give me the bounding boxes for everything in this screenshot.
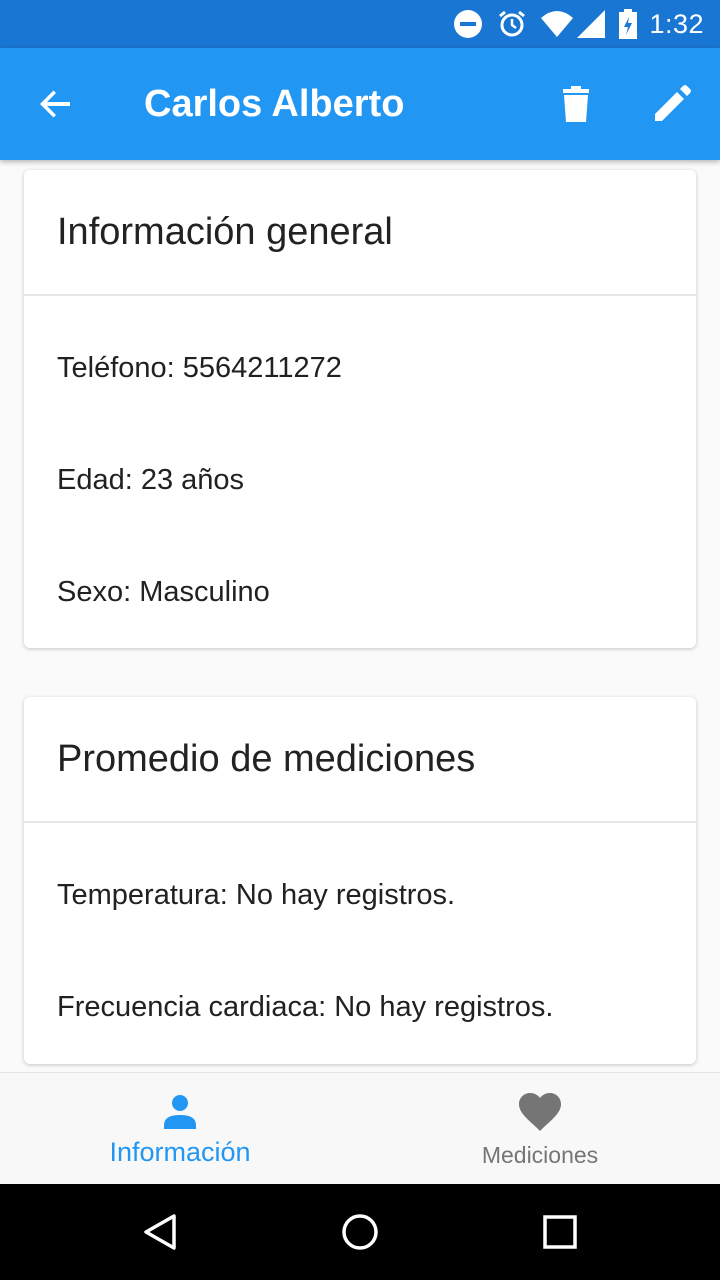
- recents-square-icon[interactable]: [536, 1208, 584, 1256]
- age-text: Edad: 23 años: [57, 464, 245, 496]
- signal-icon: [577, 10, 606, 38]
- nav-label-mediciones: Mediciones: [481, 1142, 599, 1168]
- sex-text: Sexo: Masculino: [57, 576, 270, 608]
- edit-icon[interactable]: [644, 76, 700, 132]
- status-bar: 1:32: [0, 0, 720, 48]
- wifi-icon: [541, 10, 574, 38]
- person-icon: [0, 1093, 360, 1133]
- app-bar: Carlos Alberto: [0, 48, 720, 160]
- general-info-card: Información general Teléfono: 5564211272…: [24, 170, 696, 648]
- temperature-text: Temperatura: No hay registros.: [57, 879, 456, 911]
- alarm-icon: [497, 9, 527, 39]
- content-area[interactable]: Información general Teléfono: 5564211272…: [0, 160, 720, 1072]
- heart-icon: [360, 1093, 720, 1133]
- battery-icon: [619, 9, 638, 39]
- page-title: Carlos Alberto: [144, 83, 405, 125]
- arrow-back-icon[interactable]: [28, 76, 84, 132]
- home-circle-icon[interactable]: [336, 1208, 384, 1256]
- nav-label-informacion: Información: [109, 1137, 251, 1167]
- nav-item-mediciones[interactable]: Mediciones: [360, 1073, 720, 1185]
- status-time: 1:32: [649, 8, 704, 39]
- nav-item-informacion[interactable]: Información: [0, 1073, 360, 1185]
- delete-icon[interactable]: [548, 76, 604, 132]
- general-info-title: Información general: [24, 170, 696, 296]
- do-not-disturb-icon: [453, 9, 483, 39]
- bottom-navigation: Información Mediciones: [0, 1072, 720, 1185]
- heart-rate-text: Frecuencia cardiaca: No hay registros.: [57, 991, 554, 1023]
- back-triangle-icon[interactable]: [136, 1208, 184, 1256]
- phone-text: Teléfono: 5564211272: [57, 352, 342, 384]
- averages-card: Promedio de mediciones Temperatura: No h…: [24, 697, 696, 1064]
- system-navigation-bar: [0, 1184, 720, 1280]
- averages-title: Promedio de mediciones: [24, 697, 696, 823]
